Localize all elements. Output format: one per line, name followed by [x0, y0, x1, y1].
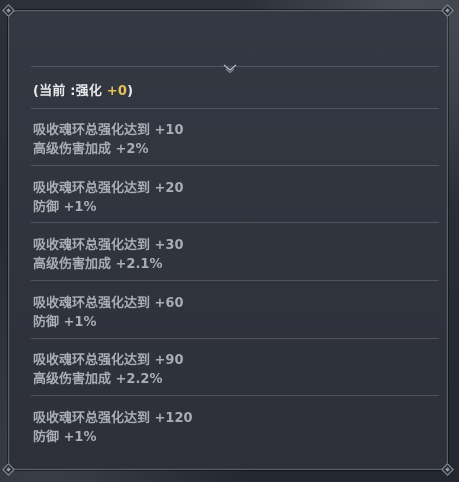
entry-requirement: 吸收魂环总强化达到 +20 — [33, 181, 184, 196]
entry-bonus: 高级伤害加成 +2.1% — [33, 257, 163, 272]
current-enhancement-value: +0 — [106, 84, 128, 99]
entry-requirement: 吸收魂环总强化达到 +90 — [33, 353, 184, 368]
entry-requirement: 吸收魂环总强化达到 +60 — [33, 296, 184, 311]
bonus-entry-6: 吸收魂环总强化达到 +120 防御 +1% — [33, 409, 433, 447]
bonus-entry-2: 吸收魂环总强化达到 +20 防御 +1% — [33, 179, 433, 217]
divider — [31, 108, 439, 109]
corner-ornament-bottom-left — [2, 463, 15, 476]
divider — [31, 66, 439, 67]
entry-bonus: 防御 +1% — [33, 430, 97, 445]
divider — [31, 280, 439, 281]
corner-ornament-top-left — [2, 4, 15, 17]
divider — [31, 222, 439, 223]
entry-requirement: 吸收魂环总强化达到 +120 — [33, 411, 193, 426]
bonus-entry-4: 吸收魂环总强化达到 +60 防御 +1% — [33, 294, 433, 332]
entry-bonus: 防御 +1% — [33, 200, 97, 215]
current-enhancement-header: (当前 :强化 +0) — [33, 80, 133, 100]
enhancement-bonus-tooltip: (当前 :强化 +0) 吸收魂环总强化达到 +10 高级伤害加成 +2% 吸收魂… — [2, 4, 454, 476]
divider — [31, 395, 439, 396]
game-scene-background: (当前 :强化 +0) 吸收魂环总强化达到 +10 高级伤害加成 +2% 吸收魂… — [0, 0, 459, 482]
entry-bonus: 高级伤害加成 +2% — [33, 142, 149, 157]
header-prefix: (当前 :强化 — [33, 84, 107, 99]
divider — [31, 165, 439, 166]
entry-requirement: 吸收魂环总强化达到 +10 — [33, 123, 184, 138]
bonus-entry-3: 吸收魂环总强化达到 +30 高级伤害加成 +2.1% — [33, 236, 433, 274]
header-suffix: ) — [127, 84, 134, 99]
entry-bonus: 高级伤害加成 +2.2% — [33, 372, 163, 387]
divider — [31, 338, 439, 339]
entry-bonus: 防御 +1% — [33, 315, 97, 330]
entry-requirement: 吸收魂环总强化达到 +30 — [33, 238, 184, 253]
chevron-down-icon[interactable] — [222, 63, 238, 75]
corner-ornament-bottom-right — [441, 463, 454, 476]
corner-ornament-top-right — [441, 4, 454, 17]
bonus-entry-5: 吸收魂环总强化达到 +90 高级伤害加成 +2.2% — [33, 351, 433, 389]
bonus-entry-1: 吸收魂环总强化达到 +10 高级伤害加成 +2% — [33, 121, 433, 159]
